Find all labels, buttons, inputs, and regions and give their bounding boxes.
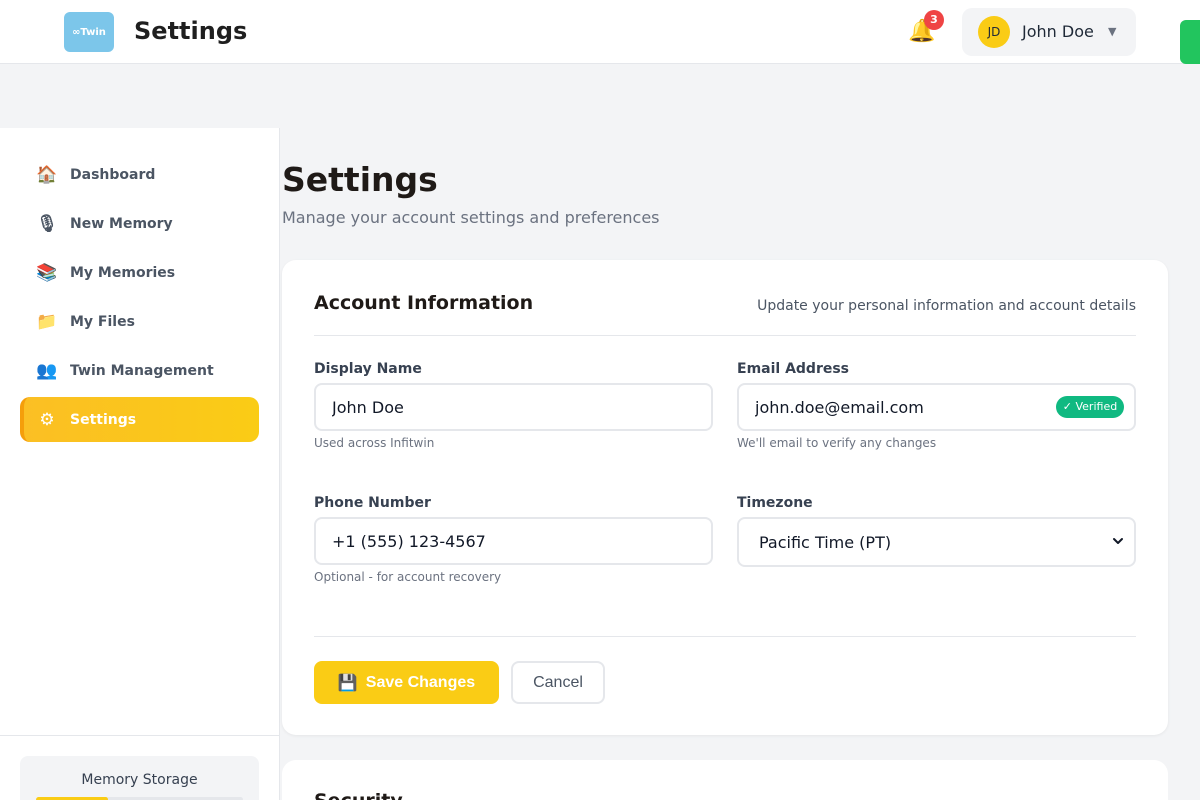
save-button-label: Save Changes [365, 673, 476, 691]
sidebar-item-my-memories[interactable]: 📚 My Memories [20, 250, 259, 295]
folder-icon: 📁 [36, 311, 58, 332]
app-logo[interactable]: ∞Twin [64, 12, 114, 52]
sidebar-item-label: Twin Management [70, 362, 214, 379]
sidebar-item-label: Dashboard [70, 166, 156, 183]
books-icon: 📚 [36, 262, 58, 283]
sidebar-item-settings[interactable]: ⚙ Settings [20, 397, 259, 442]
page-title: Settings [282, 160, 438, 199]
notification-badge: 3 [924, 10, 944, 30]
sidebar-item-dashboard[interactable]: 🏠 Dashboard [20, 152, 259, 197]
display-name-label: Display Name [314, 361, 422, 377]
chevron-down-icon [1113, 538, 1123, 544]
home-icon: 🏠 [36, 164, 58, 185]
storage-label: Memory Storage [81, 772, 198, 788]
account-information-card: Account Information Update your personal… [282, 260, 1168, 735]
sidebar-item-label: New Memory [70, 215, 173, 232]
cancel-button[interactable]: Cancel [511, 661, 605, 704]
timezone-label: Timezone [737, 495, 813, 511]
gear-icon: ⚙ [39, 409, 55, 430]
sidebar-item-twin-management[interactable]: 👥 Twin Management [20, 348, 259, 393]
sidebar-item-label: Settings [70, 411, 137, 428]
display-name-input[interactable] [314, 383, 713, 431]
card-description: Update your personal information and acc… [757, 298, 1136, 314]
sidebar-item-label: My Files [70, 313, 135, 330]
microphone-icon: 🎙 [36, 213, 58, 234]
sidebar-item-new-memory[interactable]: 🎙 New Memory [20, 201, 259, 246]
divider [314, 335, 1136, 336]
sidebar: 🏠 Dashboard 🎙 New Memory 📚 My Memories 📁… [0, 128, 280, 800]
floppy-disk-icon: 💾 [337, 674, 358, 692]
user-menu[interactable]: JD John Doe ▼ [962, 8, 1136, 56]
chevron-down-icon: ▼ [1108, 25, 1117, 38]
timezone-value: Pacific Time (PT) [759, 532, 892, 552]
divider [314, 636, 1136, 637]
email-help: We'll email to verify any changes [737, 436, 937, 450]
card-title: Security [314, 790, 403, 800]
card-title: Account Information [314, 292, 534, 314]
top-bar: ∞Twin Settings 🔔 3 JD John Doe ▼ [0, 0, 1200, 64]
phone-help: Optional - for account recovery [314, 570, 502, 584]
avatar: JD [978, 16, 1010, 48]
security-card: Security [282, 760, 1168, 800]
users-icon: 👥 [36, 360, 58, 381]
verified-badge: ✓ Verified [1056, 396, 1124, 418]
sidebar-item-label: My Memories [70, 264, 176, 281]
user-name: John Doe [1022, 22, 1094, 41]
display-name-help: Used across Infitwin [314, 436, 435, 450]
side-action-tab[interactable] [1180, 20, 1200, 64]
page-subtitle: Manage your account settings and prefere… [282, 208, 660, 227]
header-title: Settings [134, 17, 248, 45]
divider [0, 735, 279, 736]
storage-card: Memory Storage [20, 756, 259, 800]
save-button[interactable]: 💾 Save Changes [314, 661, 499, 704]
email-label: Email Address [737, 361, 850, 377]
timezone-select[interactable]: Pacific Time (PT) [737, 517, 1136, 567]
sidebar-item-my-files[interactable]: 📁 My Files [20, 299, 259, 344]
phone-label: Phone Number [314, 495, 431, 511]
phone-input[interactable] [314, 517, 713, 565]
